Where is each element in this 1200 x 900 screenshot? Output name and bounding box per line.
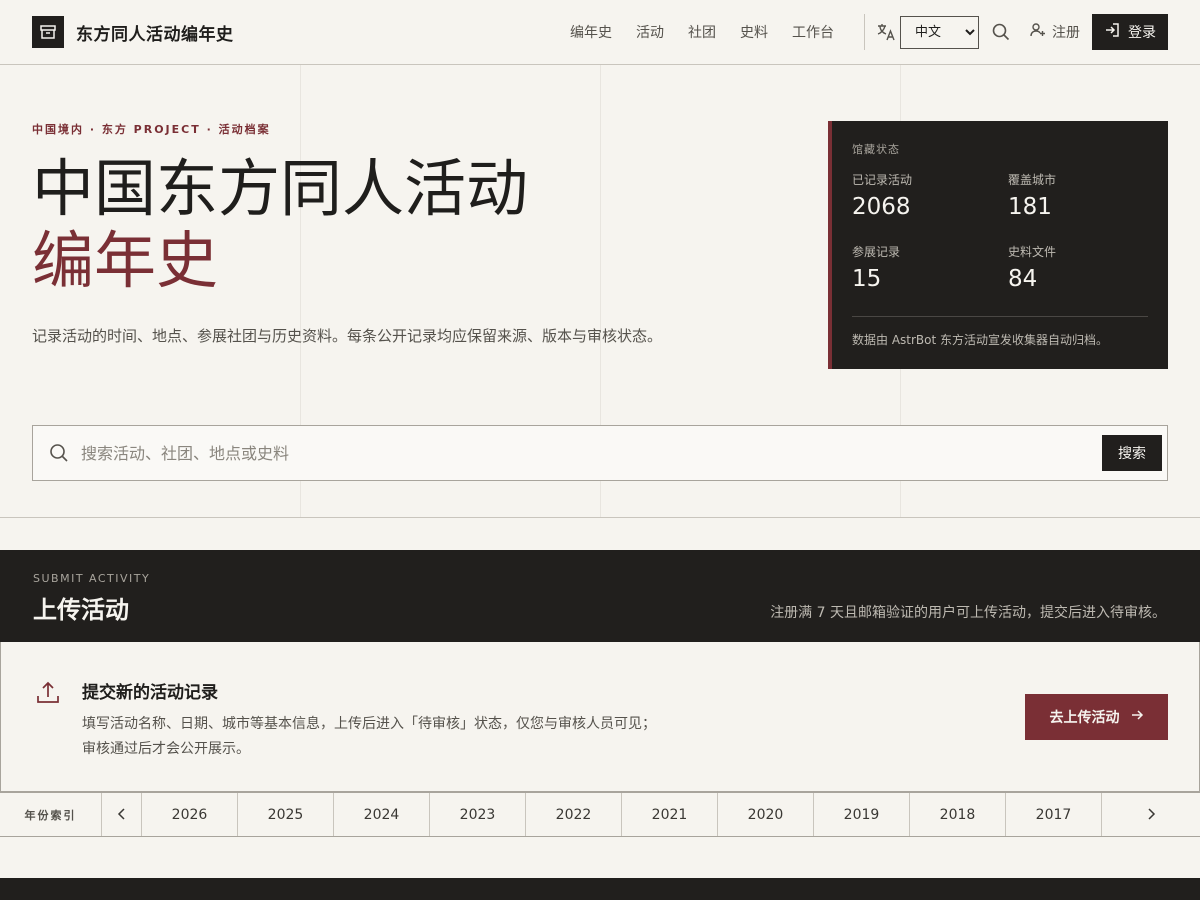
nav-item-events[interactable]: 活动 — [636, 22, 664, 42]
card-description-line: 审核通过后才会公开展示。 — [82, 741, 250, 757]
next-section-band — [0, 878, 1200, 900]
register-link[interactable]: 注册 — [1030, 22, 1080, 42]
year-index-bar: 年份索引 2026 2025 2024 2023 2022 2021 2020 … — [0, 792, 1200, 837]
search-input[interactable] — [81, 434, 1081, 472]
card-description-line: 填写活动名称、日期、城市等基本信息，上传后进入「待审核」状态，仅您与审核人员可见… — [82, 716, 656, 732]
submit-activity-band: SUBMIT ACTIVITY 上传活动 注册满 7 天且邮箱验证的用户可上传活… — [0, 550, 1200, 642]
nav-item-circles[interactable]: 社团 — [688, 22, 716, 42]
user-plus-icon — [1030, 22, 1046, 42]
year-item[interactable]: 2020 — [718, 793, 814, 836]
year-item[interactable]: 2023 — [430, 793, 526, 836]
login-label: 登录 — [1128, 25, 1156, 41]
year-item[interactable]: 2026 — [142, 793, 238, 836]
stat-label: 史料文件 — [1008, 245, 1057, 259]
translate-icon — [876, 22, 896, 42]
collection-stats-card: 馆藏状态 已记录活动 2068 覆盖城市 181 参展记录 15 史料文件 84… — [828, 121, 1168, 369]
upload-activity-label: 去上传活动 — [1049, 710, 1120, 726]
stat-exhibitions: 参展记录 15 — [852, 243, 900, 292]
year-item[interactable]: 2017 — [1006, 793, 1102, 836]
stat-value: 84 — [1008, 266, 1038, 292]
year-item[interactable]: 2024 — [334, 793, 430, 836]
hero-description: 记录活动的时间、地点、参展社团与历史资料。每条公开记录均应保留来源、版本与审核状… — [32, 327, 663, 345]
site-header: 东方同人活动编年史 编年史 活动 社团 史料 工作台 中文 注册 登录 — [0, 0, 1200, 65]
register-label: 注册 — [1052, 25, 1080, 41]
search-button[interactable]: 搜索 — [1102, 435, 1162, 471]
stat-documents: 史料文件 84 — [1008, 243, 1056, 292]
year-item[interactable]: 2022 — [526, 793, 622, 836]
arrow-right-icon — [1130, 708, 1144, 726]
section-title: 上传活动 — [33, 595, 129, 624]
page-title-line2: 编年史 — [32, 224, 219, 297]
nav-item-workbench[interactable]: 工作台 — [792, 22, 834, 42]
submit-activity-card: 提交新的活动记录 填写活动名称、日期、城市等基本信息，上传后进入「待审核」状态，… — [0, 642, 1200, 792]
year-item[interactable]: 2018 — [910, 793, 1006, 836]
login-icon — [1104, 22, 1120, 42]
site-title[interactable]: 东方同人活动编年史 — [76, 20, 234, 45]
stat-events: 已记录活动 2068 — [852, 171, 912, 220]
nav-divider — [864, 14, 865, 50]
stats-divider — [852, 316, 1148, 317]
upload-activity-button[interactable]: 去上传活动 — [1025, 694, 1168, 740]
chevron-right-icon — [1146, 805, 1156, 824]
section-note: 注册满 7 天且邮箱验证的用户可上传活动，提交后进入待审核。 — [770, 605, 1166, 621]
hero-section: 中国境内 · 东方 PROJECT · 活动档案 中国东方同人活动 编年史 记录… — [0, 65, 1200, 518]
stat-value: 15 — [852, 266, 882, 292]
section-kicker: SUBMIT ACTIVITY — [33, 572, 151, 585]
year-item[interactable]: 2019 — [814, 793, 910, 836]
search-icon[interactable] — [992, 23, 1010, 41]
nav-item-archives[interactable]: 史料 — [740, 22, 768, 42]
stat-label: 参展记录 — [852, 245, 901, 259]
year-index-label: 年份索引 — [0, 793, 102, 836]
year-prev-button[interactable] — [102, 793, 142, 836]
year-next-button[interactable] — [1102, 793, 1200, 836]
chevron-left-icon — [117, 805, 127, 824]
stat-label: 覆盖城市 — [1008, 173, 1057, 187]
page-title-line1: 中国东方同人活动 — [32, 152, 529, 225]
hero-kicker: 中国境内 · 东方 PROJECT · 活动档案 — [32, 123, 271, 136]
upload-icon — [35, 680, 61, 706]
stat-label: 已记录活动 — [852, 173, 913, 187]
login-button[interactable]: 登录 — [1092, 14, 1168, 50]
card-description: 填写活动名称、日期、城市等基本信息，上传后进入「待审核」状态，仅您与审核人员可见… — [82, 712, 702, 762]
language-select[interactable]: 中文 — [900, 16, 979, 49]
card-title: 提交新的活动记录 — [82, 683, 218, 703]
main-search-bar: 搜索 — [32, 425, 1168, 481]
stats-note: 数据由 AstrBot 东方活动宣发收集器自动归档。 — [852, 333, 1109, 347]
nav-item-chronicle[interactable]: 编年史 — [570, 22, 612, 42]
year-item[interactable]: 2021 — [622, 793, 718, 836]
archive-box-icon[interactable] — [32, 16, 64, 48]
stat-cities: 覆盖城市 181 — [1008, 171, 1056, 220]
year-item[interactable]: 2025 — [238, 793, 334, 836]
search-icon — [49, 443, 69, 463]
stat-value: 181 — [1008, 194, 1052, 220]
page-title: 中国东方同人活动 编年史 — [32, 153, 528, 297]
stats-heading: 馆藏状态 — [852, 143, 900, 156]
stat-value: 2068 — [852, 194, 911, 220]
main-nav: 编年史 活动 社团 史料 工作台 — [570, 22, 858, 42]
